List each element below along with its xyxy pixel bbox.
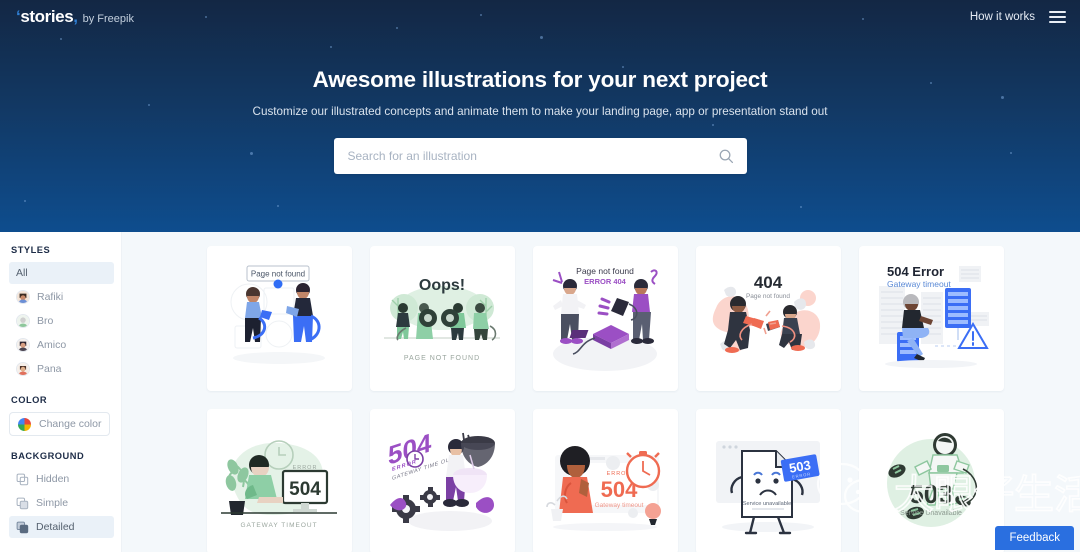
search-icon[interactable] — [718, 148, 734, 164]
card-subtitle: Service Unavailable — [900, 510, 962, 517]
illustration-card[interactable]: Page not found ERROR 404 — [533, 246, 678, 391]
illustration-card[interactable]: 404 Page not found — [696, 246, 841, 391]
search-input[interactable] — [347, 149, 718, 163]
sidebar-item-label: Bro — [37, 315, 54, 327]
stories-logo[interactable]: ‘stories, by Freepik — [16, 7, 134, 27]
logo-wordmark: ‘stories, — [16, 7, 78, 26]
illustration-card[interactable]: ERROR 504 Gateway timeout — [533, 409, 678, 552]
illustration-gallery: Page not found Page not f — [122, 232, 1080, 552]
sidebar-item-label: Amico — [37, 339, 67, 351]
color-section-title: COLOR — [11, 395, 48, 405]
card-title: 404 — [754, 273, 783, 292]
sidebar-item-label: Simple — [36, 497, 69, 509]
hero-banner: ‘stories, by Freepik How it works Awesom… — [0, 0, 1080, 232]
sidebar-item-label: All — [16, 267, 28, 279]
sidebar-item-label: Rafiki — [37, 291, 64, 303]
change-color-label: Change color — [39, 418, 102, 430]
card-subtitle: Page not found — [746, 293, 790, 300]
sidebar-item-bro[interactable]: Bro — [9, 310, 114, 332]
card-subtitle: Gateway timeout — [595, 502, 644, 509]
background-section-title: BACKGROUND — [11, 451, 85, 461]
top-navigation-bar: ‘stories, by Freepik How it works — [0, 0, 1080, 34]
card-title: 504 Error — [887, 264, 944, 279]
styles-section-title: STYLES — [11, 245, 51, 255]
sidebar-item-all[interactable]: All — [9, 262, 114, 284]
card-subtitle: Service unavailable — [743, 501, 792, 507]
filters-sidebar: STYLES All Rafiki Bro Amico Pana COLOR C… — [0, 232, 122, 552]
color-wheel-icon — [18, 417, 31, 431]
card-subtitle: GATEWAY TIMEOUT — [240, 522, 317, 529]
illustration-card[interactable]: Oops! PAGE NOT FOUND — [370, 246, 515, 391]
avatar-rafiki-icon — [16, 290, 30, 304]
hamburger-menu-icon[interactable] — [1049, 11, 1066, 23]
card-subtitle: PAGE NOT FOUND — [404, 355, 480, 362]
card-subtitle: Gateway timeout — [887, 279, 951, 289]
illustration-card[interactable]: 504 Error Gateway timeout — [859, 246, 1004, 391]
illustration-card[interactable]: Service unavailable 503 ERROR — [696, 409, 841, 552]
main-area: STYLES All Rafiki Bro Amico Pana COLOR C… — [0, 232, 1080, 552]
logo-byline: by Freepik — [82, 13, 134, 25]
illustration-card[interactable]: Page not found Page not f — [207, 246, 352, 391]
sidebar-item-label: Hidden — [36, 473, 70, 485]
sidebar-item-simple[interactable]: Simple — [9, 492, 114, 514]
feedback-button[interactable]: Feedback — [995, 526, 1074, 550]
sidebar-item-label: Pana — [37, 363, 62, 375]
card-title: 504 — [289, 479, 321, 500]
svg-text:Page not found: Page not found — [251, 270, 305, 279]
how-it-works-link[interactable]: How it works — [970, 11, 1035, 23]
avatar-pana-icon — [16, 362, 30, 376]
card-label: ERROR — [293, 465, 318, 471]
card-title: Page not found — [576, 266, 634, 276]
sidebar-item-rafiki[interactable]: Rafiki — [9, 286, 114, 308]
illustration-card[interactable]: 504 ERROR GATEWAY TIME OUT — [370, 409, 515, 552]
illustration-card[interactable]: ERROR 504 GATEWAY TIMEOUT — [207, 409, 352, 552]
search-bar[interactable] — [333, 138, 747, 174]
card-title: Oops! — [419, 277, 465, 294]
illustration-card[interactable]: 503 Service Unavailable — [859, 409, 1004, 552]
card-subtitle: ERROR 404 — [584, 277, 627, 286]
layers-simple-icon — [16, 497, 29, 510]
avatar-bro-icon — [16, 314, 30, 328]
sidebar-item-hidden[interactable]: Hidden — [9, 468, 114, 490]
page-title: Awesome illustrations for your next proj… — [312, 67, 768, 92]
sidebar-item-pana[interactable]: Pana — [9, 358, 114, 380]
layers-detailed-icon — [16, 521, 29, 534]
card-title: 503 — [909, 479, 952, 509]
page-subtitle: Customize our illustrated concepts and a… — [252, 105, 828, 118]
layers-hidden-icon — [16, 473, 29, 486]
sidebar-item-label: Detailed — [36, 521, 75, 533]
avatar-amico-icon — [16, 338, 30, 352]
sidebar-item-amico[interactable]: Amico — [9, 334, 114, 356]
sidebar-item-detailed[interactable]: Detailed — [9, 516, 114, 538]
change-color-button[interactable]: Change color — [9, 412, 111, 436]
